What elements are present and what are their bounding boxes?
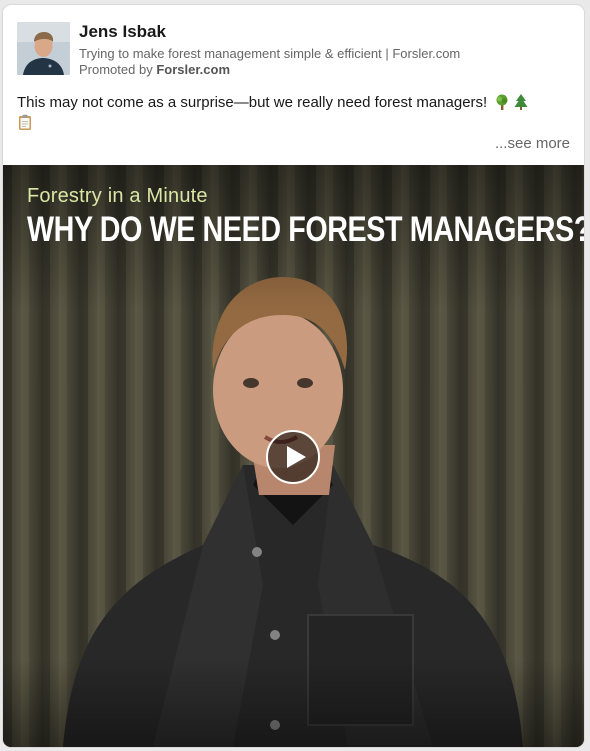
- author-avatar[interactable]: [17, 22, 70, 75]
- sponsored-post-card: Jens Isbak Trying to make forest managem…: [3, 5, 584, 747]
- see-more-link[interactable]: ...see more: [495, 135, 570, 152]
- author-headline: Trying to make forest management simple …: [79, 46, 461, 61]
- clipboard-icon: [19, 114, 31, 130]
- post-body: This may not come as a surprise—but we r…: [17, 93, 569, 133]
- deciduous-tree-icon: [496, 94, 508, 110]
- video-player[interactable]: Forestry in a Minute WHY DO WE NEED FORE…: [3, 165, 584, 747]
- play-button[interactable]: [266, 430, 320, 484]
- promoted-by-link[interactable]: Forsler.com: [156, 62, 230, 77]
- video-kicker: Forestry in a Minute: [27, 185, 208, 207]
- post-header: Jens Isbak Trying to make forest managem…: [17, 22, 570, 82]
- video-title: WHY DO WE NEED FOREST MANAGERS?: [27, 210, 584, 249]
- promoted-label: Promoted by Forsler.com: [79, 62, 230, 77]
- evergreen-tree-icon: [514, 94, 528, 110]
- promoted-prefix: Promoted by: [79, 62, 153, 77]
- play-icon: [287, 446, 306, 468]
- author-name[interactable]: Jens Isbak: [79, 22, 166, 42]
- post-body-text: This may not come as a surprise—but we r…: [17, 94, 488, 111]
